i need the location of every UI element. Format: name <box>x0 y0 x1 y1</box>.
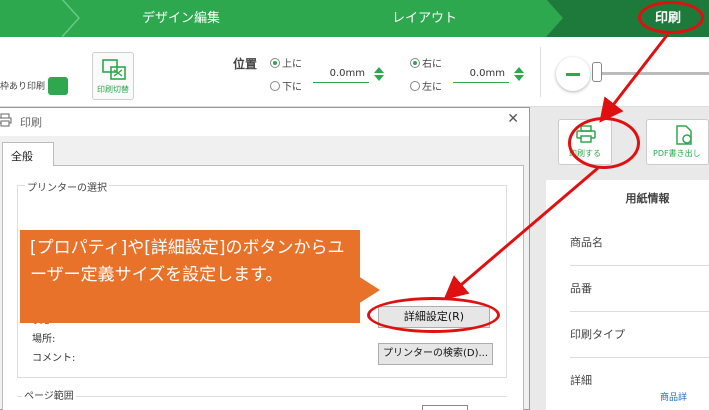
annotation-arrows <box>443 33 670 300</box>
arrow-to-print-button <box>599 33 670 123</box>
arrow-to-advanced-button <box>443 166 599 300</box>
